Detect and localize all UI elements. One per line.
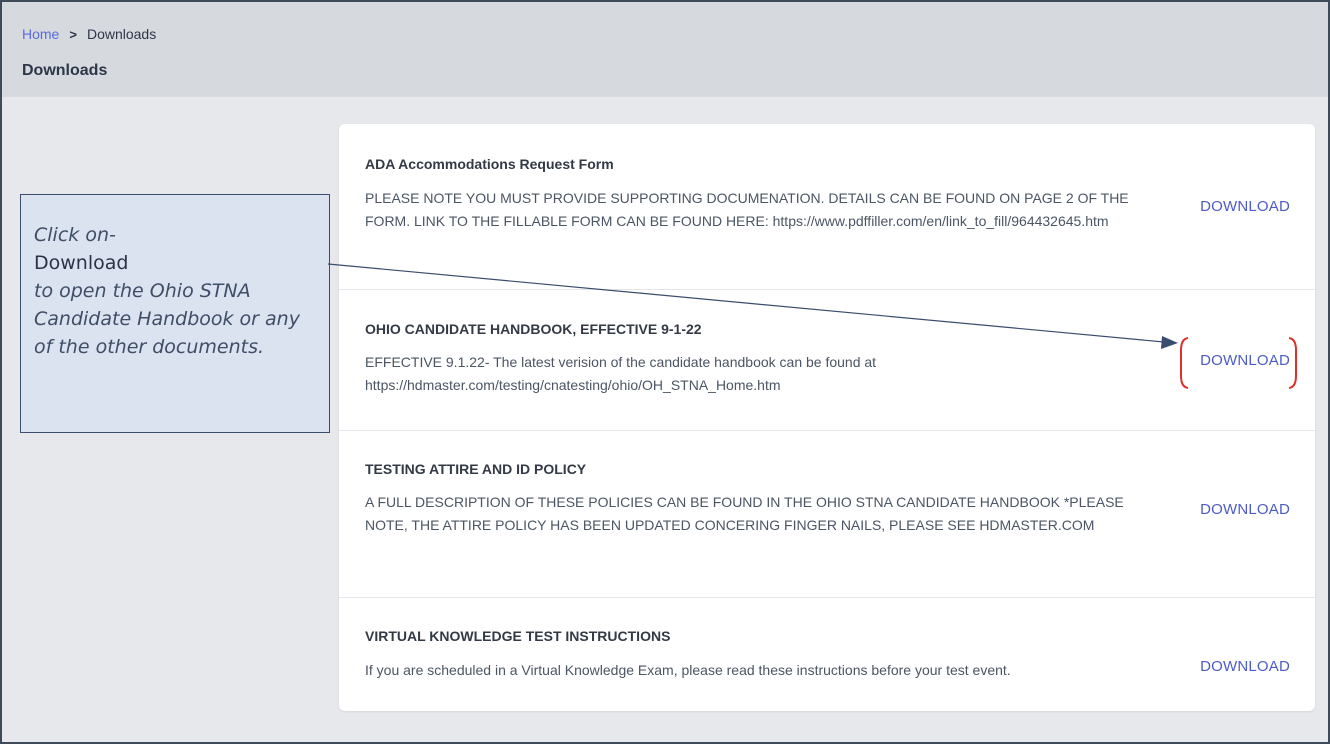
annotation-overlay xyxy=(327,263,1297,389)
highlight-bracket-left xyxy=(1180,337,1189,389)
app-frame: Home > Downloads Downloads ADA Accommoda… xyxy=(0,0,1330,744)
callout-arrow-line xyxy=(327,263,1165,343)
arrow-head-icon xyxy=(1161,336,1178,349)
highlight-bracket-right xyxy=(1288,337,1297,389)
